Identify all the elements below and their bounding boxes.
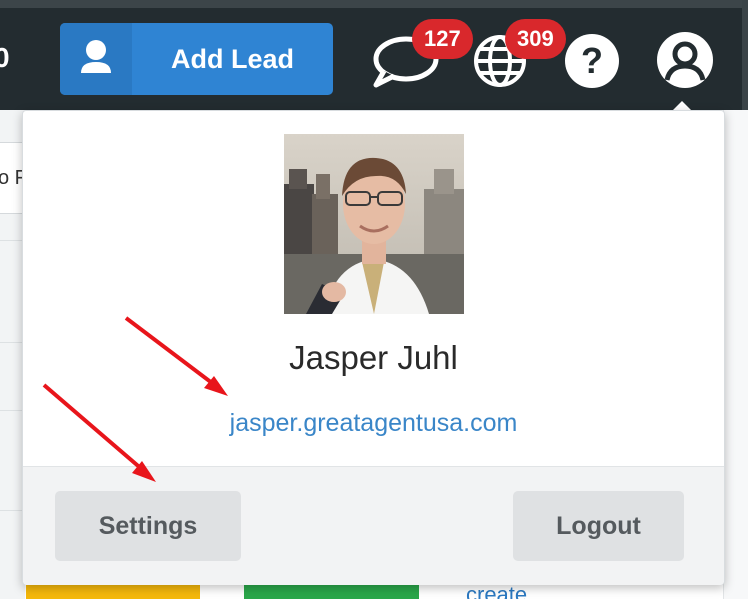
account-icon	[657, 32, 713, 88]
profile-photo	[284, 134, 464, 314]
logout-button[interactable]: Logout	[513, 491, 684, 561]
background-yellow-tile[interactable]	[26, 584, 200, 599]
add-lead-button[interactable]: Add Lead	[60, 23, 333, 95]
nav-partial-number: 0	[0, 42, 10, 73]
help-button[interactable]: ?	[564, 33, 620, 89]
top-strip	[0, 0, 748, 8]
messages-count-badge: 127	[412, 19, 473, 59]
profile-name: Jasper Juhl	[289, 339, 458, 376]
background-search-input[interactable]: o F	[0, 142, 23, 214]
settings-button[interactable]: Settings	[55, 491, 241, 561]
dropdown-footer: Settings Logout	[23, 466, 724, 585]
top-nav-bar: 0 Add Lead 127 309 ?	[0, 0, 748, 110]
nav-right-edge	[742, 0, 748, 110]
user-add-icon	[60, 23, 132, 95]
background-right-panel	[723, 110, 748, 599]
background-green-tile[interactable]	[244, 584, 419, 599]
help-icon: ?	[565, 34, 619, 88]
svg-text:?: ?	[581, 40, 603, 81]
account-dropdown: Jasper Juhl jasper.greatagentusa.com Set…	[22, 110, 725, 585]
notifications-count-badge: 309	[505, 19, 566, 59]
account-menu-button[interactable]	[656, 31, 714, 89]
profile-website-link[interactable]: jasper.greatagentusa.com	[23, 409, 724, 438]
add-lead-label: Add Lead	[170, 44, 294, 74]
